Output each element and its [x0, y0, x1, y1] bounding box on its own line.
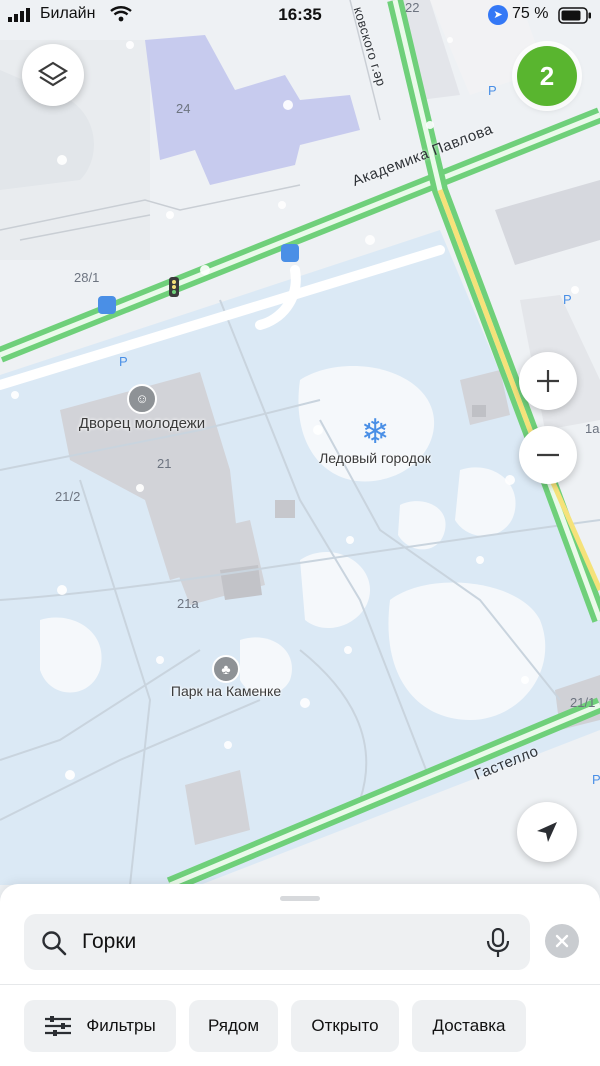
- poi-ice-town[interactable]: ❄ Ледовый городок: [310, 414, 440, 466]
- layers-icon: [37, 61, 69, 87]
- house-number: 21а: [177, 596, 199, 611]
- snowflake-icon: ❄: [360, 413, 390, 451]
- parking-label: P: [592, 772, 600, 787]
- navigation-arrow-icon: [537, 822, 557, 842]
- delivery-label: Доставка: [432, 1016, 506, 1035]
- tree-icon: ♣: [212, 655, 240, 683]
- house-number: 28/1: [74, 270, 100, 285]
- search-icon: [42, 931, 67, 956]
- close-icon: [555, 934, 569, 948]
- clock: 16:35: [278, 5, 322, 24]
- minus-icon: [537, 453, 559, 457]
- parking-label: P: [119, 354, 128, 369]
- poi-park[interactable]: ♣ Парк на Каменке: [160, 655, 292, 699]
- house-number: 24: [176, 101, 191, 116]
- house-number: 1а: [585, 421, 600, 436]
- clear-search-button[interactable]: [545, 924, 579, 958]
- poi-label: Парк на Каменке: [170, 683, 282, 699]
- plus-icon: [537, 370, 559, 392]
- filters-label: Фильтры: [86, 1016, 156, 1035]
- house-number: 21/2: [55, 489, 81, 504]
- status-bar: Билайн 16:35 ➤ 75 %: [0, 0, 600, 32]
- results-count-badge[interactable]: 2: [517, 46, 577, 106]
- open-label: Открыто: [311, 1016, 379, 1035]
- nearby-chip[interactable]: Рядом: [189, 1000, 278, 1052]
- location-arrow-icon: ➤: [488, 5, 508, 25]
- filters-button[interactable]: Фильтры: [24, 1000, 176, 1052]
- sliders-icon: [45, 1016, 72, 1036]
- sheet-grabber[interactable]: [280, 896, 320, 901]
- open-now-chip[interactable]: Открыто: [291, 1000, 399, 1052]
- search-input[interactable]: Горки: [24, 914, 530, 970]
- theater-icon: ☺: [127, 384, 157, 414]
- search-query: Горки: [82, 930, 137, 953]
- parking-label: P: [563, 292, 572, 307]
- house-number: 21/1: [570, 695, 596, 710]
- poi-palace[interactable]: ☺ Дворец молодежи: [70, 384, 214, 432]
- zoom-in-button[interactable]: [519, 352, 577, 410]
- zoom-out-button[interactable]: [519, 426, 577, 484]
- divider: [0, 984, 600, 985]
- poi-label: Дворец молодежи: [78, 415, 206, 432]
- delivery-chip[interactable]: Доставка: [412, 1000, 526, 1052]
- nearby-label: Рядом: [207, 1016, 260, 1035]
- search-sheet[interactable]: Горки Фильтры Рядом Открыто Доставка: [0, 884, 600, 1066]
- battery-icon: [558, 7, 591, 24]
- house-number: 21: [157, 456, 172, 471]
- parking-label: P: [488, 83, 497, 98]
- microphone-icon[interactable]: [486, 928, 510, 958]
- my-location-button[interactable]: [517, 802, 577, 862]
- layers-button[interactable]: [22, 44, 84, 106]
- battery-percent: 75 %: [512, 5, 549, 22]
- poi-label: Ледовый городок: [319, 450, 431, 466]
